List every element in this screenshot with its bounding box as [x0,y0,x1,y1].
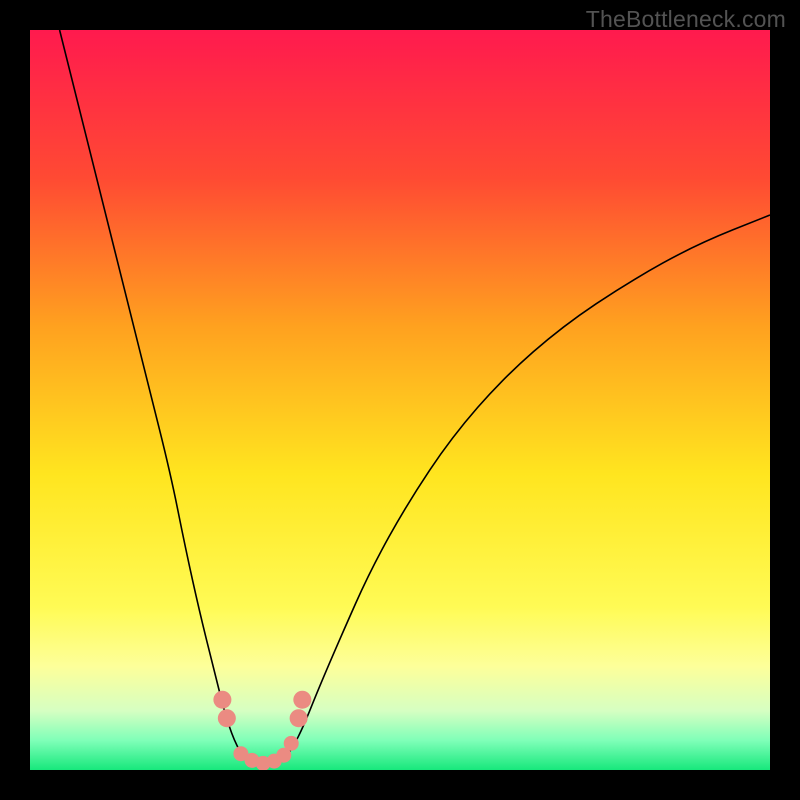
gradient-background [30,30,770,770]
watermark-text: TheBottleneck.com [586,6,786,33]
chart-svg [30,30,770,770]
highlight-dot [218,709,236,727]
highlight-dot [284,736,299,751]
chart-frame: TheBottleneck.com [0,0,800,800]
plot-area [30,30,770,770]
highlight-dot [293,691,311,709]
highlight-dot [290,709,308,727]
highlight-dot [213,691,231,709]
